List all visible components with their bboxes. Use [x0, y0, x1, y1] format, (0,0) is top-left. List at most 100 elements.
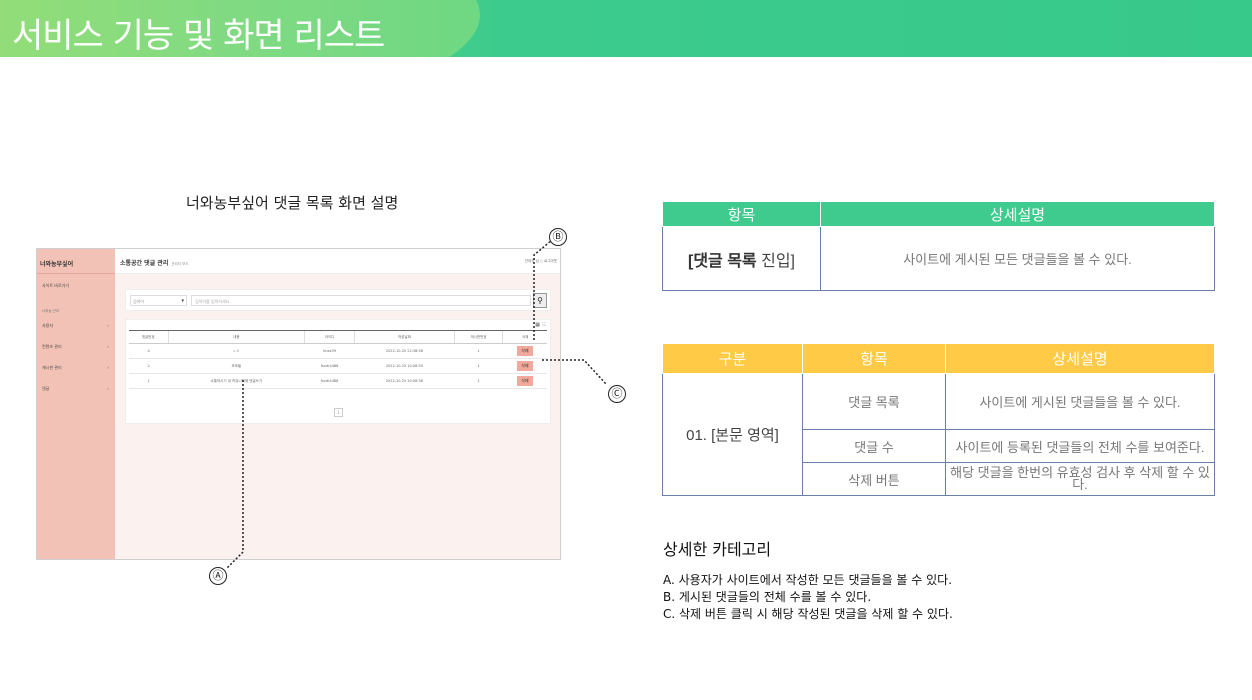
table-row: [댓글 목록 진입] 사이트에 게시된 모든 댓글들을 볼 수 있다.: [662, 226, 1215, 291]
table-cell: fsxdr4488: [304, 358, 355, 374]
table-cell: ㄴㅇ: [168, 343, 305, 359]
table-header-row: 댓글번호 내용 아이디 작성날짜 게시판번호 삭제: [129, 330, 547, 344]
area-description-table: 구분 항목 상세설명 01. [본문 영역] 댓글 목록 사이트에 게시된 댓글…: [662, 343, 1215, 496]
table-header-row: 항목 상세설명: [662, 201, 1215, 227]
item-cell: 댓글 목록: [802, 373, 946, 430]
pagination-page[interactable]: 1: [334, 408, 343, 417]
mockup-page-sub: 관리자 모드: [171, 262, 189, 266]
column-header: 게시판번호: [453, 330, 503, 344]
sidebar-item-comments[interactable]: 댓글 ›: [42, 386, 112, 392]
grid-icon[interactable]: ▦: [535, 322, 540, 328]
table-cell: 삭제: [502, 373, 547, 389]
column-header: 상세설명: [945, 343, 1215, 374]
sidebar-item-label: 댓글: [42, 386, 50, 391]
table-cell: fsxdr4488: [304, 373, 355, 389]
table-header-row: 구분 항목 상세설명: [662, 343, 1215, 374]
mockup-main: 소통공간 댓글 관리 관리자 모드 관리자 님 ○ 로그아웃 검색어 ▾ 검색어를 …: [115, 249, 560, 559]
search-type-select[interactable]: 검색어 ▾: [130, 295, 187, 306]
delete-button[interactable]: 삭제: [517, 361, 533, 371]
callout-b-marker: Ⓑ: [549, 228, 567, 246]
mockup-brand: 너와농부싶어: [40, 261, 74, 268]
table-cell: 4: [129, 343, 169, 359]
table-cell: 2022-10-25 10:08:58: [354, 373, 455, 389]
chevron-right-icon: ›: [107, 386, 109, 391]
mockup-topbar: 소통공간 댓글 관리 관리자 모드 관리자 님 ○ 로그아웃: [115, 249, 560, 274]
list-icon[interactable]: ☷: [542, 322, 546, 328]
list-item: C. 삭제 버튼 클릭 시 해당 작성된 댓글을 삭제 할 수 있다.: [663, 607, 953, 621]
sidebar-item-label: 게시판 관리: [42, 365, 62, 370]
table-row: 2 조조들 fsxdr4488 2022-10-25 10:08:55 1 삭제: [129, 358, 547, 374]
table-cell: 삭제: [502, 358, 547, 374]
sidebar-item-contents[interactable]: 컨텐츠 관리 ›: [42, 344, 112, 350]
mockup-page-title-text: 소통공간 댓글 관리: [120, 260, 169, 267]
view-toggle-icons[interactable]: ▦ ☷: [535, 322, 546, 328]
list-item: A. 사용자가 사이트에서 작성한 모든 댓글들을 볼 수 있다.: [663, 573, 953, 587]
callout-c-label: Ⓒ: [611, 387, 623, 400]
table-cell: 1: [454, 358, 503, 374]
group-cell: 01. [본문 영역]: [662, 373, 803, 496]
mockup-comment-panel: ▦ ☷ 댓글번호 내용 아이디 작성날짜 게시판번호 삭제 4 ㄴㅇ hnez3…: [125, 319, 551, 424]
mockup-user-info[interactable]: 관리자 님 ○ 로그아웃: [525, 259, 557, 264]
mockup-caption: 너와농부싶어 댓글 목록 화면 설명: [186, 194, 399, 212]
callout-a-marker: Ⓐ: [209, 567, 227, 585]
callout-a-label: Ⓐ: [212, 569, 224, 582]
delete-button[interactable]: 삭제: [517, 346, 533, 356]
table-row: 4 ㄴㅇ hnez39 2022-10-20 22:38:56 1 삭제: [129, 343, 547, 359]
table-row: 1 소통하시기 내 커뮤니티에 댓글쓰기 fsxdr4488 2022-10-2…: [129, 373, 547, 389]
mockup-sidebar: 너와농부싶어 사이트 바로가기 너와농 관리 사용자 › 컨텐츠 관리 › 게시판 …: [37, 249, 115, 559]
table-cell: 1: [454, 373, 503, 389]
mockup-page-title: 소통공간 댓글 관리 관리자 모드: [120, 258, 189, 267]
chevron-right-icon: ›: [107, 344, 109, 349]
entry-desc-cell: 사이트에 게시된 모든 댓글들을 볼 수 있다.: [820, 226, 1215, 291]
list-item: B. 게시된 댓글들의 전체 수를 볼 수 있다.: [663, 590, 872, 604]
table-cell: 2022-10-25 10:08:55: [354, 358, 455, 374]
admin-screen-mockup: 너와농부싶어 사이트 바로가기 너와농 관리 사용자 › 컨텐츠 관리 › 게시판 …: [36, 248, 561, 560]
delete-button[interactable]: 삭제: [517, 376, 533, 386]
column-header: 항목: [802, 343, 946, 374]
caret-down-icon: ▾: [181, 298, 184, 304]
entry-key-cell: [댓글 목록 진입]: [662, 226, 821, 291]
column-header: 항목: [662, 201, 821, 227]
search-type-value: 검색어: [133, 299, 145, 304]
desc-cell: 사이트에 등록된 댓글들의 전체 수를 보여준다.: [945, 429, 1215, 463]
comment-table: 댓글번호 내용 아이디 작성날짜 게시판번호 삭제 4 ㄴㅇ hnez39 20…: [129, 330, 547, 389]
mockup-search-bar: 검색어 ▾ 검색어를 입력하세요 ⚲: [125, 289, 551, 311]
column-header: 내용: [167, 330, 305, 344]
column-header: 댓글번호: [129, 330, 169, 344]
table-row: 01. [본문 영역] 댓글 목록 사이트에 게시된 댓글들을 볼 수 있다.: [662, 373, 1215, 496]
search-input[interactable]: 검색어를 입력하세요: [191, 295, 531, 306]
table-cell: 1: [454, 343, 503, 359]
entry-key-rest: 진입]: [756, 252, 795, 270]
table-cell: hnez39: [304, 343, 355, 359]
entry-key-bold: [댓글 목록: [688, 252, 757, 270]
table-cell: 1: [129, 373, 169, 389]
table-cell: 2022-10-20 22:38:56: [354, 343, 455, 359]
chevron-right-icon: ›: [107, 323, 109, 328]
page-title: 서비스 기능 및 화면 리스트: [12, 16, 385, 56]
table-cell: 소통하시기 내 커뮤니티에 댓글쓰기: [168, 373, 305, 389]
entry-description-table: 항목 상세설명 [댓글 목록 진입] 사이트에 게시된 모든 댓글들을 볼 수 …: [662, 201, 1215, 291]
category-list: A. 사용자가 사이트에서 작성한 모든 댓글들을 볼 수 있다. B. 게시된…: [663, 572, 953, 623]
table-cell: 2: [129, 358, 169, 374]
desc-cell: 사이트에 게시된 댓글들을 볼 수 있다.: [945, 373, 1215, 430]
sidebar-item-label: 컨텐츠 관리: [42, 344, 62, 349]
callout-b-label: Ⓑ: [552, 230, 564, 243]
column-header: 상세설명: [820, 201, 1215, 227]
sidebar-site-link[interactable]: 사이트 바로가기: [42, 283, 112, 289]
column-header: 삭제: [502, 330, 547, 344]
desc-cell: 해당 댓글을 한번의 유효성 검사 후 삭제 할 수 있다.: [945, 462, 1215, 496]
item-cell: 삭제 버튼: [802, 462, 946, 496]
table-cell: 삭제: [502, 343, 547, 359]
search-button[interactable]: ⚲: [533, 293, 547, 308]
sidebar-group-label: 너와농 관리: [42, 309, 60, 313]
chevron-right-icon: ›: [107, 365, 109, 370]
table-cell: 조조들: [168, 358, 305, 374]
item-cell: 댓글 수: [802, 429, 946, 463]
sidebar-item-users[interactable]: 사용자 ›: [42, 323, 112, 329]
column-header: 작성날짜: [354, 330, 455, 344]
sidebar-divider: [37, 273, 115, 274]
sidebar-item-board[interactable]: 게시판 관리 ›: [42, 365, 112, 371]
sidebar-item-label: 사용자: [42, 323, 54, 328]
column-header: 아이디: [303, 330, 355, 344]
column-header: 구분: [662, 343, 803, 374]
